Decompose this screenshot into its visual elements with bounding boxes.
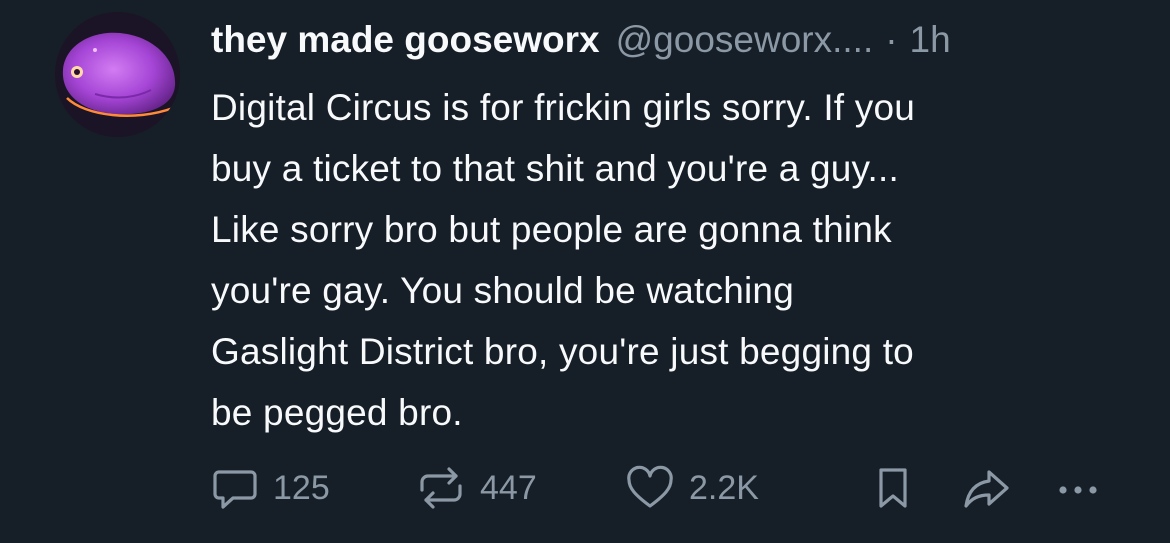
post-text: Digital Circus is for frickin girls sorr… [211,77,1146,443]
post-text-line: you're gay. You should be watching [211,270,794,311]
action-bar: 125 447 2.2K [211,460,1111,516]
heart-icon [627,465,673,508]
reply-button[interactable]: 125 [211,460,330,516]
post-timestamp[interactable]: 1h [910,14,951,66]
more-options-button[interactable] [1053,460,1103,516]
user-handle[interactable]: @gooseworx.... [616,14,874,66]
bookmark-icon [879,468,907,508]
avatar-image [55,12,180,137]
display-name[interactable]: they made gooseworx [211,14,600,66]
post-card[interactable]: they made gooseworx @gooseworx.... · 1h … [0,0,1170,543]
post-text-line: buy a ticket to that shit and you're a g… [211,148,899,189]
post-text-line: Gaslight District bro, you're just beggi… [211,331,914,372]
like-count: 2.2K [689,468,759,507]
post-text-line: be pegged bro. [211,392,463,433]
post-text-line: Like sorry bro but people are gonna thin… [211,209,892,250]
separator-dot: · [885,19,898,60]
repost-count: 447 [480,468,537,507]
like-button[interactable]: 2.2K [625,460,759,516]
reply-count: 125 [273,468,330,507]
repost-arrows-icon [420,467,462,509]
share-button[interactable] [961,460,1013,516]
speech-bubble-icon [213,470,257,509]
bookmark-button[interactable] [873,460,913,516]
post-header: they made gooseworx @gooseworx.... · 1h [211,14,951,66]
avatar[interactable] [55,12,180,137]
share-arrow-icon [964,470,1009,508]
repost-button[interactable]: 447 [416,460,537,516]
post-text-line: Digital Circus is for frickin girls sorr… [211,87,916,128]
more-dots-icon [1059,486,1097,494]
